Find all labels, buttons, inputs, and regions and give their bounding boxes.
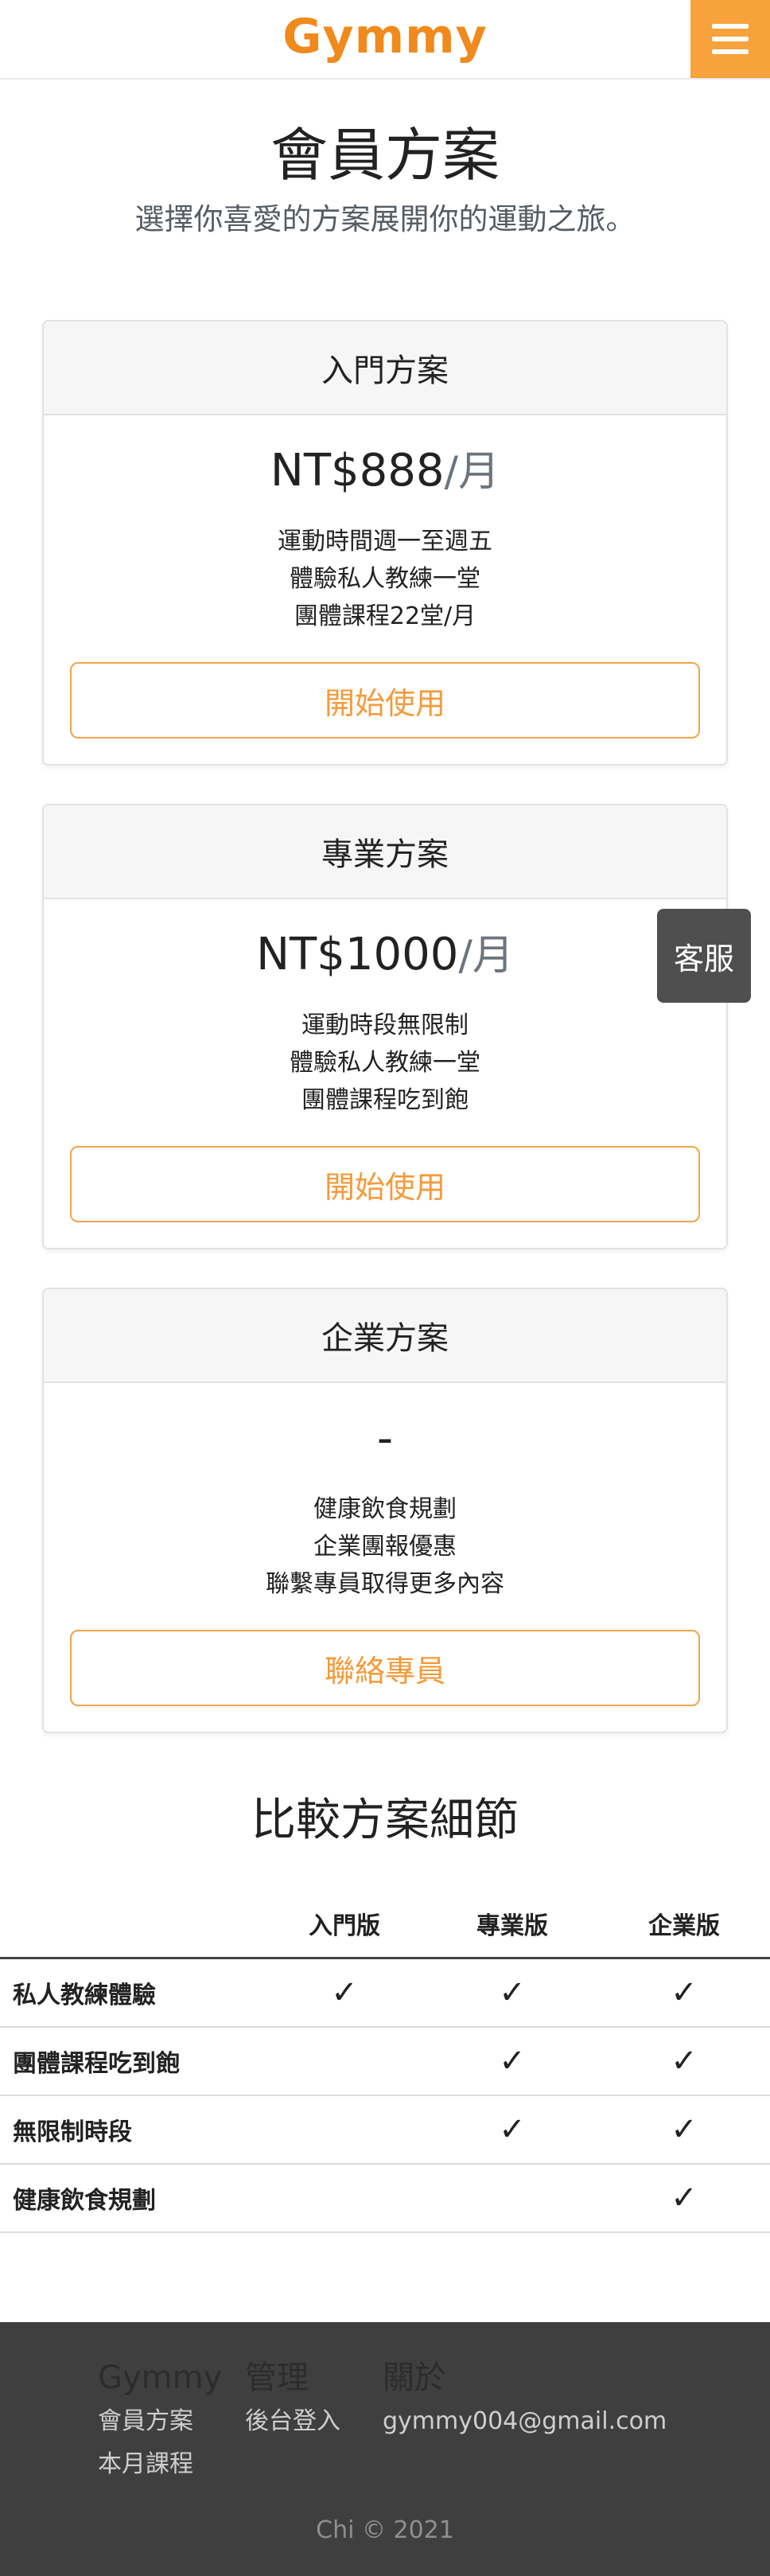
compare-title: 比較方案細節: [251, 1795, 519, 1846]
feature-list: 健康飲食規劃 企業團報優惠 聯繫專員取得更多內容: [44, 1491, 726, 1603]
compare-cell: ✓: [598, 2095, 770, 2165]
compare-header-cell: [0, 1890, 262, 1959]
footer-column-gymmy: Gymmy 會員方案 本月課程: [98, 2356, 222, 2486]
brand-logo[interactable]: Gymmy: [0, 5, 770, 68]
plan-price: NT$1000/月: [44, 923, 726, 988]
plan-card-pro: 專業方案 NT$1000/月 運動時段無限制 體驗私人教練一堂 團體課程吃到飽 …: [42, 804, 728, 1249]
compare-cell: ✓: [426, 2027, 598, 2096]
check-icon: ✓: [671, 2111, 698, 2148]
compare-cell: [426, 2164, 598, 2233]
compare-cell: ✓: [262, 1958, 426, 2028]
compare-cell: [262, 2164, 426, 2233]
start-button-basic[interactable]: 開始使用: [70, 662, 700, 739]
compare-row: 私人教練體驗 ✓ ✓ ✓: [0, 1958, 770, 2028]
page-subtitle: 選擇你喜愛的方案展開你的運動之旅。: [134, 202, 636, 236]
feature-item: 運動時段無限制: [301, 1011, 469, 1039]
compare-header-cell: 入門版: [262, 1890, 426, 1959]
copyright: Chi © 2021: [316, 2516, 454, 2544]
compare-row: 健康飲食規劃 ✓: [0, 2164, 770, 2233]
plan-name: 入門方案: [44, 322, 726, 415]
price-value: NT$1000: [256, 929, 459, 980]
footer-link[interactable]: 會員方案: [98, 2400, 222, 2443]
compare-header-cell: 專業版: [426, 1890, 598, 1959]
compare-cell: ✓: [598, 2027, 770, 2096]
check-icon: ✓: [499, 2111, 526, 2148]
compare-cell: ✓: [598, 2164, 770, 2233]
contact-button-enterprise[interactable]: 聯絡專員: [70, 1630, 700, 1706]
footer-link[interactable]: 本月課程: [98, 2443, 222, 2486]
compare-table: 入門版 專業版 企業版 私人教練體驗 ✓ ✓ ✓ 團體課程吃到飽 ✓ ✓ 無限制時段 ✓ ✓ 健康飲…: [0, 1890, 770, 2233]
page-title: 會員方案: [270, 122, 500, 189]
feature-list: 運動時段無限制 體驗私人教練一堂 團體課程吃到飽: [44, 1007, 726, 1119]
feature-item: 聯繫專員取得更多內容: [266, 1570, 504, 1598]
navbar: Gymmy: [0, 0, 770, 80]
compare-header-row: 入門版 專業版 企業版: [0, 1890, 770, 1959]
plan-card-enterprise: 企業方案 - 健康飲食規劃 企業團報優惠 聯繫專員取得更多內容 聯絡專員: [42, 1288, 728, 1733]
feature-item: 體驗私人教練一堂: [290, 565, 480, 593]
compare-row-label: 團體課程吃到飽: [0, 2027, 262, 2096]
hamburger-icon-bar-2: [712, 37, 749, 41]
price-unit: /月: [444, 448, 500, 496]
footer-heading: Gymmy: [98, 2360, 223, 2396]
footer-heading: 關於: [383, 2360, 446, 2396]
feature-item: 企業團報優惠: [313, 1533, 457, 1561]
plan-name: 專業方案: [44, 805, 726, 899]
compare-cell: [262, 2027, 426, 2096]
feature-item: 體驗私人教練一堂: [290, 1049, 480, 1077]
footer-column-about: 關於 gymmy004@gmail.com: [383, 2356, 667, 2443]
feature-item: 健康飲食規劃: [313, 1495, 457, 1523]
plan-name: 企業方案: [44, 1289, 726, 1383]
footer: Gymmy 會員方案 本月課程 管理 後台登入 關於 gymmy004@gmai…: [0, 2322, 770, 2576]
start-button-pro[interactable]: 開始使用: [70, 1146, 700, 1222]
check-icon: ✓: [671, 2180, 698, 2216]
feature-list: 運動時間週一至週五 體驗私人教練一堂 團體課程22堂/月: [44, 523, 726, 635]
compare-cell: ✓: [426, 2095, 598, 2165]
compare-row: 無限制時段 ✓ ✓: [0, 2095, 770, 2165]
compare-row-label: 健康飲食規劃: [0, 2164, 262, 2233]
check-icon: ✓: [671, 1974, 698, 2011]
check-icon: ✓: [671, 2043, 698, 2079]
compare-header-cell: 企業版: [598, 1890, 770, 1959]
price-value: NT$888: [270, 445, 445, 497]
check-icon: ✓: [499, 1974, 526, 2011]
compare-cell: [262, 2095, 426, 2165]
footer-heading: 管理: [245, 2360, 309, 2396]
plan-price: -: [44, 1407, 726, 1471]
footer-column-admin: 管理 後台登入: [245, 2356, 340, 2443]
footer-link[interactable]: 後台登入: [245, 2400, 340, 2443]
price-value: -: [376, 1413, 394, 1464]
price-unit: /月: [458, 932, 514, 980]
feature-item: 團體課程22堂/月: [294, 602, 476, 630]
compare-row-label: 無限制時段: [0, 2095, 262, 2165]
hamburger-icon-bar-1: [712, 24, 749, 29]
compare-cell: ✓: [426, 1958, 598, 2028]
plan-card-basic: 入門方案 NT$888/月 運動時間週一至週五 體驗私人教練一堂 團體課程22堂…: [42, 320, 728, 766]
feature-item: 團體課程吃到飽: [301, 1086, 469, 1114]
customer-service-button[interactable]: 客服: [657, 909, 751, 1003]
check-icon: ✓: [331, 1974, 358, 2011]
check-icon: ✓: [499, 2043, 526, 2079]
compare-row-label: 私人教練體驗: [0, 1958, 262, 2028]
footer-email-link[interactable]: gymmy004@gmail.com: [383, 2400, 667, 2443]
plan-price: NT$888/月: [44, 439, 726, 504]
compare-cell: ✓: [598, 1958, 770, 2028]
menu-button[interactable]: [690, 0, 770, 78]
hamburger-icon-bar-3: [712, 49, 749, 54]
feature-item: 運動時間週一至週五: [278, 528, 492, 555]
compare-row: 團體課程吃到飽 ✓ ✓: [0, 2027, 770, 2096]
